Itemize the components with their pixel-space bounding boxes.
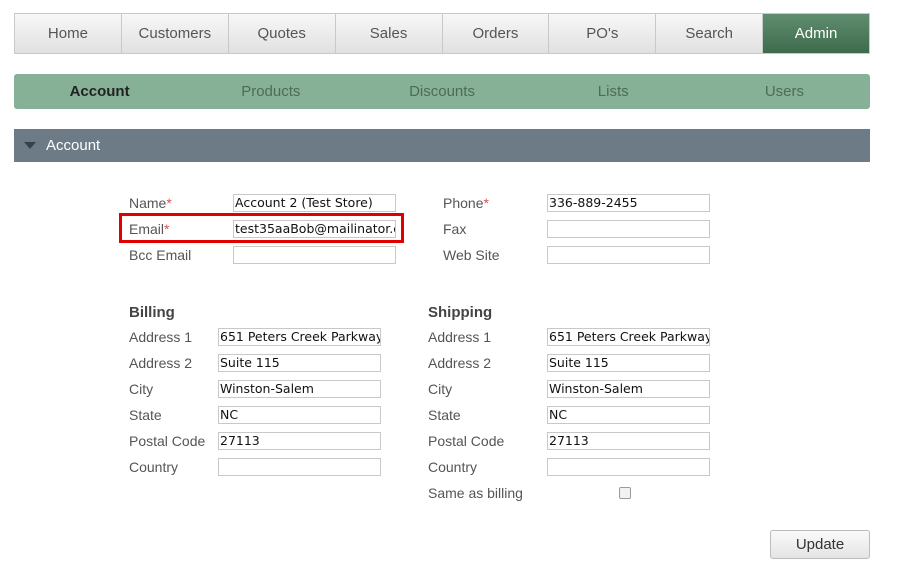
collapse-triangle-icon	[24, 142, 36, 149]
shipping-country-label: Country	[428, 459, 478, 475]
fax-label: Fax	[443, 221, 467, 237]
billing-postal-input[interactable]: 27113	[218, 432, 381, 450]
shipping-heading: Shipping	[428, 304, 493, 321]
billing-state-input[interactable]: NC	[218, 406, 381, 424]
shipping-city-label: City	[428, 381, 453, 397]
tab-home[interactable]: Home	[15, 14, 122, 53]
billing-postal-label: Postal Code	[129, 433, 206, 449]
billing-address2-label: Address 2	[129, 355, 193, 371]
tab-orders[interactable]: Orders	[442, 14, 550, 53]
billing-address1-input[interactable]: 651 Peters Creek Parkway	[218, 328, 381, 346]
billing-city-input[interactable]: Winston-Salem	[218, 380, 381, 398]
update-button[interactable]: Update	[770, 530, 870, 559]
billing-address1-label: Address 1	[129, 329, 193, 345]
subtab-products[interactable]: Products	[185, 74, 356, 109]
website-input[interactable]	[547, 246, 710, 264]
shipping-state-label: State	[428, 407, 461, 423]
shipping-postal-label: Postal Code	[428, 433, 505, 449]
phone-label: Phone*	[443, 195, 489, 211]
shipping-country-input[interactable]	[547, 458, 710, 476]
billing-state-label: State	[129, 407, 162, 423]
same-as-billing-label: Same as billing	[428, 485, 523, 501]
shipping-address1-label: Address 1	[428, 329, 492, 345]
subtab-discounts[interactable]: Discounts	[356, 74, 527, 109]
top-nav: Home Customers Quotes Sales Orders PO's …	[14, 13, 870, 54]
shipping-address2-label: Address 2	[428, 355, 492, 371]
website-label: Web Site	[443, 247, 500, 263]
shipping-postal-input[interactable]: 27113	[547, 432, 710, 450]
account-section-header[interactable]: Account	[14, 129, 870, 162]
billing-country-label: Country	[129, 459, 179, 475]
phone-input[interactable]: 336-889-2455	[547, 194, 710, 212]
subtab-account[interactable]: Account	[14, 74, 185, 109]
name-input[interactable]: Account 2 (Test Store)	[233, 194, 396, 212]
shipping-address2-input[interactable]: Suite 115	[547, 354, 710, 372]
same-as-billing-checkbox[interactable]	[619, 487, 631, 499]
email-highlight-box	[119, 213, 404, 243]
tab-search[interactable]: Search	[656, 14, 764, 53]
billing-heading: Billing	[129, 304, 175, 321]
bcc-email-input[interactable]	[233, 246, 396, 264]
section-title: Account	[46, 137, 101, 154]
tab-quotes[interactable]: Quotes	[228, 14, 336, 53]
bcc-email-label: Bcc Email	[129, 247, 192, 263]
sub-nav: Account Products Discounts Lists Users	[14, 74, 870, 109]
shipping-city-input[interactable]: Winston-Salem	[547, 380, 710, 398]
subtab-lists[interactable]: Lists	[528, 74, 699, 109]
name-label: Name*	[129, 195, 172, 211]
fax-input[interactable]	[547, 220, 710, 238]
tab-pos[interactable]: PO's	[549, 14, 657, 53]
tab-customers[interactable]: Customers	[121, 14, 229, 53]
tab-sales[interactable]: Sales	[335, 14, 443, 53]
billing-city-label: City	[129, 381, 154, 397]
shipping-address1-input[interactable]: 651 Peters Creek Parkway	[547, 328, 710, 346]
tab-admin[interactable]: Admin	[763, 14, 869, 53]
subtab-users[interactable]: Users	[699, 74, 870, 109]
shipping-state-input[interactable]: NC	[547, 406, 710, 424]
billing-address2-input[interactable]: Suite 115	[218, 354, 381, 372]
billing-country-input[interactable]	[218, 458, 381, 476]
